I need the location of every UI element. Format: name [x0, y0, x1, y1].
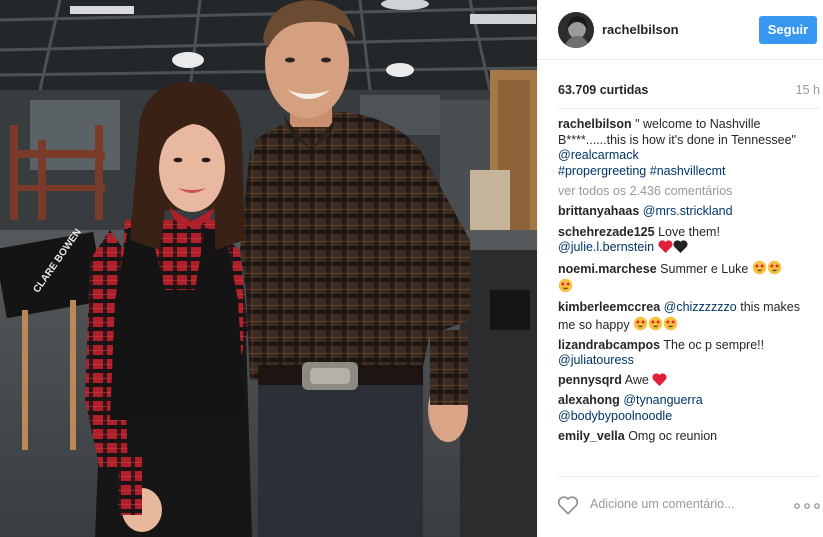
red-heart-icon — [658, 240, 673, 254]
heart-eyes-emoji-icon — [752, 261, 767, 275]
caption-username[interactable]: rachelbilson — [558, 117, 632, 131]
comment-text: The oc p sempre!! — [663, 337, 765, 352]
comment: kimberleemccrea @chizzzzzzo this makes m… — [558, 300, 816, 333]
caption: rachelbilson " welcome to Nashville B***… — [558, 117, 816, 179]
comment-mention[interactable]: @bodybypoolnoodle — [558, 409, 672, 423]
caption-hashtag[interactable]: #propergreeting — [558, 164, 646, 178]
likes-count[interactable]: 63.709 curtidas — [558, 83, 648, 97]
comment: lizandrabcampos The oc p sempre!! @julia… — [558, 338, 816, 369]
comment-footer: Adicione um comentário... — [538, 477, 823, 537]
add-comment-input[interactable]: Adicione um comentário... — [590, 497, 735, 511]
post-author-username[interactable]: rachelbilson — [602, 22, 679, 37]
comment-username[interactable]: emily_vella — [558, 429, 625, 443]
comments-list: rachelbilson " welcome to Nashville B***… — [558, 117, 816, 449]
avatar[interactable] — [558, 12, 594, 48]
post-header: rachelbilson Seguir — [538, 0, 823, 60]
heart-eyes-emoji-icon — [767, 261, 782, 275]
heart-eyes-emoji-icon — [648, 316, 663, 330]
comment: schehrezade125 Love them! @julie.l.berns… — [558, 225, 816, 256]
comment: pennysqrd Awe — [558, 373, 816, 389]
post-photo[interactable]: CLARE BOWEN — [0, 0, 537, 537]
view-all-comments-link[interactable]: ver todos os 2.436 comentários — [558, 184, 816, 200]
comment-text: Omg oc reunion — [628, 429, 718, 444]
divider — [558, 108, 820, 109]
caption-mention[interactable]: @realcarmack — [558, 148, 639, 162]
red-heart-icon — [652, 373, 667, 387]
comment-username[interactable]: schehrezade125 — [558, 225, 655, 239]
black-heart-icon — [673, 240, 688, 254]
comment-mention[interactable]: @chizzzzzzo — [664, 300, 737, 314]
follow-button[interactable]: Seguir — [759, 16, 817, 44]
caption-hashtag[interactable]: #nashvillecmt — [650, 164, 726, 178]
photo-illustration: CLARE BOWEN — [0, 0, 537, 537]
heart-eyes-emoji-icon — [633, 316, 648, 330]
more-options-icon[interactable] — [794, 503, 820, 509]
heart-eyes-emoji-icon — [558, 278, 573, 293]
likes-row: 63.709 curtidas 15 h — [558, 83, 820, 101]
comment-text: Awe — [624, 373, 649, 388]
heart-eyes-emoji-icon — [663, 316, 678, 330]
comment: noemi.marchese Summer e Luke — [558, 260, 816, 295]
comment-username[interactable]: brittanyahaas — [558, 204, 639, 218]
comment-mention[interactable]: @juliatouress — [558, 353, 634, 367]
post-timestamp[interactable]: 15 h — [796, 83, 820, 97]
comment-text: Summer e Luke — [660, 262, 749, 277]
comment: brittanyahaas @mrs.strickland — [558, 204, 816, 220]
comment-username[interactable]: noemi.marchese — [558, 262, 657, 276]
comment-username[interactable]: lizandrabcampos — [558, 338, 660, 352]
comment: emily_vella Omg oc reunion — [558, 429, 816, 445]
comment-username[interactable]: pennysqrd — [558, 373, 622, 387]
comment-mention[interactable]: @julie.l.bernstein — [558, 240, 654, 254]
comment: alexahong @tynanguerra @bodybypoolnoodle — [558, 393, 816, 424]
comment-mention[interactable]: @mrs.strickland — [643, 204, 733, 218]
comment-mention[interactable]: @tynanguerra — [623, 393, 702, 407]
comment-username[interactable]: kimberleemccrea — [558, 300, 660, 314]
instagram-post-modal: CLARE BOWEN rachelbilson Seguir 63.709 c… — [0, 0, 823, 537]
heart-outline-icon[interactable] — [557, 495, 579, 515]
comment-username[interactable]: alexahong — [558, 393, 620, 407]
comment-text: Love them! — [658, 224, 720, 239]
post-side-panel: rachelbilson Seguir 63.709 curtidas 15 h… — [537, 0, 823, 537]
